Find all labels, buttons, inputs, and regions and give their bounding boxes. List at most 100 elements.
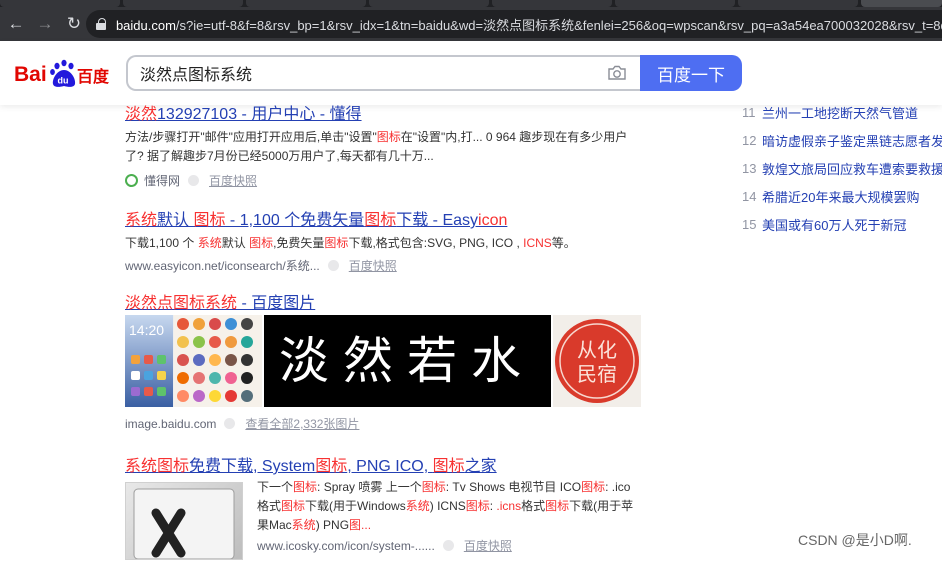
hot-item[interactable]: 13 敦煌文旅局回应救车遭索要救援 [742, 158, 942, 178]
text-run: 下载,格式包含:SVG, PNG, ICO , [348, 236, 524, 250]
text-run: 格式 [257, 499, 282, 513]
browser-tab[interactable] [246, 0, 366, 7]
result-image-calligraphy[interactable]: 淡然若水 [264, 315, 551, 407]
highlight-text: 系统 [125, 212, 158, 229]
text-run: 了? 据了解趣步7月份已经5000万用户了,每天都有几十万... [125, 149, 434, 163]
hot-item[interactable]: 14 希腊近20年来最大规模罢购 [742, 186, 919, 206]
result-source: www.easyicon.net/iconsearch/系统... 百度快照 [125, 257, 725, 274]
hot-item[interactable]: 11 兰州一工地挖断天然气管道 [742, 102, 918, 122]
source-link[interactable]: image.baidu.com [125, 417, 216, 431]
source-link[interactable]: 懂得网 [144, 172, 180, 189]
text-run: 方法/步骤打开"邮件"应用打开应用后,单击"设置" [125, 130, 377, 144]
highlight-text: 淡然点图标系统 [125, 295, 238, 312]
text-run: : Spray 喷雾 上一个 [317, 480, 422, 494]
result-item: 淡然132927103 - 用户中心 - 懂得 方法/步骤打开"邮件"应用打开应… [125, 100, 725, 189]
hot-item[interactable]: 12 暗访虚假亲子鉴定黑链志愿者发 [742, 130, 942, 150]
source-link[interactable]: www.easyicon.net/iconsearch/系统... [125, 257, 320, 274]
browser-toolbar: ← → ↻ baidu.com/s?ie=utf-8&f=8&rsv_bp=1&… [0, 7, 942, 41]
image-b-text: 淡然若水 [279, 332, 535, 390]
result-source: image.baidu.com 查看全部2,332张图片 [125, 415, 359, 432]
all-images-link[interactable]: 查看全部2,332张图片 [245, 415, 359, 432]
browser-tab[interactable] [492, 0, 612, 7]
snapshot-link[interactable]: 百度快照 [209, 172, 257, 189]
browser-tab-active[interactable] [861, 0, 942, 7]
result-source: 懂得网 百度快照 [125, 172, 725, 189]
highlight-text: 图标 [364, 212, 397, 229]
watermark: CSDN @是小D啊. [798, 532, 912, 548]
text-run: 下载1,100 个 [125, 236, 198, 250]
abstract-line: 了? 据了解趣步7月份已经5000万用户了,每天都有几十万... [125, 147, 725, 166]
result-image-seal[interactable]: 从化 民宿 [553, 315, 641, 407]
highlight-text: 图标 [581, 480, 606, 494]
text-run: 果Mac [257, 518, 292, 532]
baidu-logo[interactable]: Bai du 百度 [14, 59, 112, 89]
seal-text-line1: 从化 [577, 338, 617, 362]
address-bar[interactable]: baidu.com/s?ie=utf-8&f=8&rsv_bp=1&rsv_id… [86, 10, 942, 38]
seal-text-line2: 民宿 [577, 362, 617, 386]
tab-strip [0, 0, 942, 7]
camera-icon[interactable] [607, 65, 627, 81]
highlight-text: 图... [349, 518, 372, 532]
lock-icon [96, 18, 106, 30]
browser-tab[interactable] [123, 0, 243, 7]
browser-tab[interactable] [738, 0, 858, 7]
svg-text:Bai: Bai [14, 63, 47, 86]
highlight-text: 淡然 [125, 106, 158, 123]
text-run: 下一个 [257, 480, 294, 494]
highlight-text: 系统 [291, 518, 316, 532]
highlight-text: 图标 [324, 236, 349, 250]
dot-icon [224, 418, 236, 429]
search-input[interactable]: 淡然点图标系统 [126, 55, 641, 91]
forward-arrow-icon[interactable]: → [32, 11, 58, 37]
result-title[interactable]: 淡然132927103 - 用户中心 - 懂得 [125, 100, 725, 124]
result-item: 系统图标免费下载, System图标, PNG ICO, 图标之家 [125, 452, 725, 476]
text-run: 等。 [551, 236, 576, 250]
snapshot-link[interactable]: 百度快照 [464, 537, 512, 554]
text-run: 免费下载, System [189, 458, 316, 475]
snapshot-link[interactable]: 百度快照 [349, 257, 397, 274]
svg-text:14:20: 14:20 [129, 322, 164, 338]
text-run: - 百度图片 [237, 295, 316, 312]
abstract-line: 下一个图标: Spray 喷雾 上一个图标: Tv Shows 电视节目 ICO… [257, 478, 637, 497]
highlight-text: 系统图标 [125, 458, 190, 475]
highlight-text: icon [478, 212, 508, 229]
result-item: 系统默认 图标 - 1,100 个免费矢量图标下载 - Easyicon 下载1… [125, 206, 725, 274]
browser-tab[interactable] [369, 0, 489, 7]
highlight-text: 图标 [376, 130, 401, 144]
result-title[interactable]: 淡然点图标系统 - 百度图片 [125, 289, 725, 313]
abstract-line: 方法/步骤打开"邮件"应用打开应用后,单击"设置"图标在"设置"内,打... 0… [125, 128, 725, 147]
text-run: 下载 - Easy [396, 212, 479, 229]
result-abstract: 方法/步骤打开"邮件"应用打开应用后,单击"设置"图标在"设置"内,打... 0… [125, 128, 725, 166]
hot-item[interactable]: 15 美国或有60万人死于新冠 [742, 214, 906, 234]
back-arrow-icon[interactable]: ← [3, 11, 29, 37]
browser-tab[interactable] [0, 0, 120, 7]
svg-text:百度: 百度 [77, 67, 110, 86]
result-thumbnail-folder-x[interactable] [125, 482, 243, 560]
dot-icon [188, 175, 200, 186]
result-abstract: 下一个图标: Spray 喷雾 上一个图标: Tv Shows 电视节目 ICO… [257, 478, 637, 535]
result-title[interactable]: 系统默认 图标 - 1,100 个免费矢量图标下载 - Easyicon [125, 206, 725, 230]
image-results: 14:20 淡然若水 从化 民宿 [125, 315, 641, 407]
result-title[interactable]: 系统图标免费下载, System图标, PNG ICO, 图标之家 [125, 452, 725, 476]
text-run: ) ICNS [429, 499, 466, 513]
highlight-text: 图标 [432, 458, 465, 475]
highlight-text: 图标 [293, 480, 318, 494]
search-button[interactable]: 百度一下 [640, 55, 742, 91]
dot-icon [327, 260, 339, 271]
text-run: 下载(用于苹 [569, 499, 634, 513]
site-favicon-icon [125, 174, 138, 187]
abstract-line: 格式图标下载(用于Windows系统) ICNS图标: .icns格式图标下载(… [257, 497, 637, 516]
svg-text:du: du [58, 76, 69, 86]
source-link[interactable]: www.icosky.com/icon/system-...... [257, 539, 435, 553]
abstract-line: 果Mac系统) PNG图... [257, 516, 637, 535]
result-image-phone-icons[interactable]: 14:20 [125, 315, 262, 407]
search-query: 淡然点图标系统 [140, 67, 253, 84]
reload-icon[interactable]: ↻ [61, 11, 87, 37]
browser-tab[interactable] [615, 0, 735, 7]
highlight-text: ICNS [523, 236, 552, 250]
text-run: , PNG ICO, [347, 458, 433, 475]
abstract-line: 下载1,100 个 系统默认 图标,免费矢量图标下载,格式包含:SVG, PNG… [125, 234, 725, 253]
text-run: ) PNG [315, 518, 350, 532]
text-run: 下载(用于Windows [305, 499, 406, 513]
highlight-text: 图标 [465, 499, 490, 513]
